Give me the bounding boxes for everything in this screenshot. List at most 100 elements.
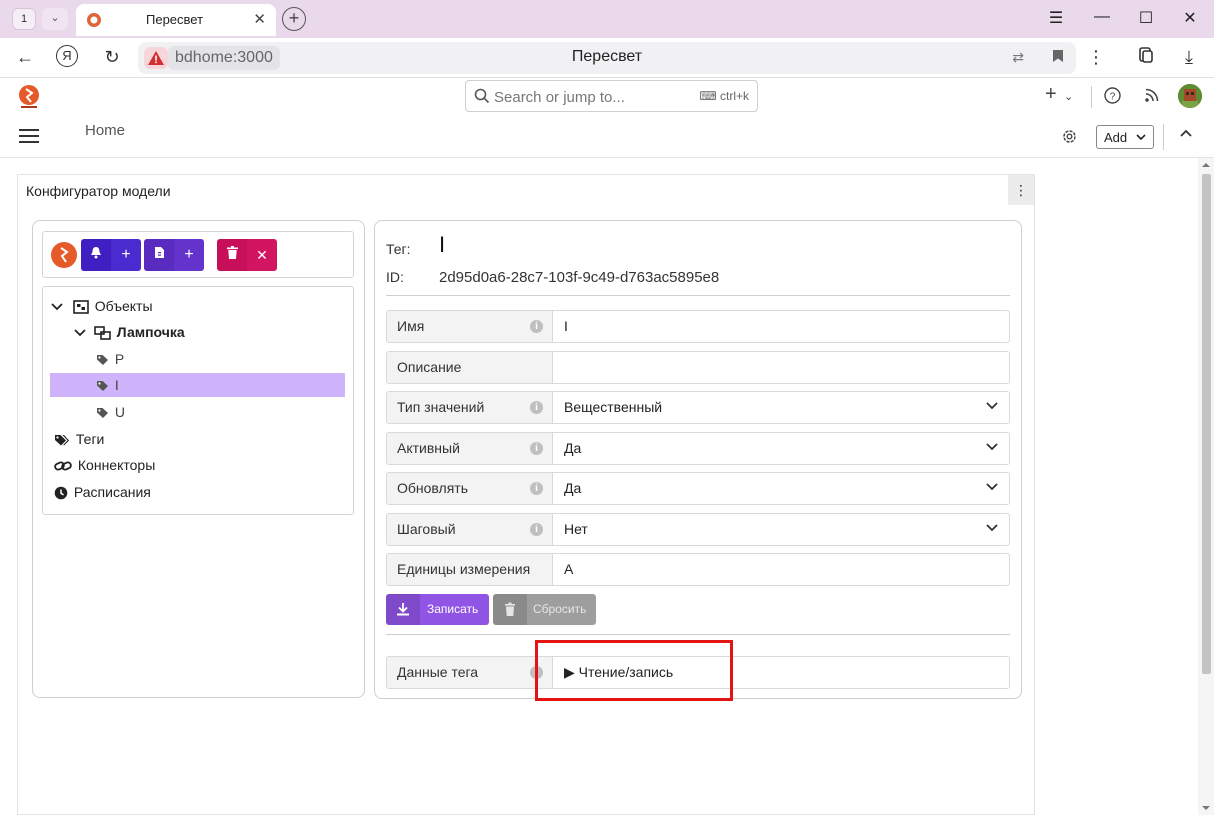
browser-tab-active[interactable]: Пересвет ✕	[76, 4, 276, 36]
browser-tab-bar: 1 ⌄ Пересвет ✕ + ☰ — ☐ ✕	[0, 0, 1214, 38]
delete-close-icon[interactable]: ✕	[247, 239, 277, 271]
browser-address-bar: ← Я ↻ bdhome:3000 Пересвет ⇄ ⋮ ⤓	[0, 38, 1214, 78]
minimize-icon[interactable]: —	[1090, 8, 1114, 26]
add-file-button-group: +	[144, 239, 204, 271]
reset-button-label: Сбросить	[533, 602, 587, 616]
active-select[interactable]: Да	[552, 432, 1010, 465]
reload-icon[interactable]: ↻	[100, 46, 124, 70]
app-logo-icon[interactable]	[17, 84, 41, 110]
tree-card: + + ✕ Объекты Лампочка P I U Теги Коннек…	[32, 220, 365, 698]
search-icon	[474, 88, 490, 104]
field-description: Описание	[386, 351, 1010, 384]
omnibox[interactable]: bdhome:3000 Пересвет ⇄	[138, 42, 1076, 74]
update-select[interactable]: Да	[552, 472, 1010, 505]
rss-feed-icon[interactable]	[1144, 87, 1160, 108]
menu-hamburger-icon[interactable]	[19, 129, 39, 143]
tags-icon	[55, 434, 69, 446]
objects-icon	[73, 300, 89, 315]
field-units: Единицы измерения A	[386, 553, 1010, 586]
tree-node-tag-i-selected[interactable]: I	[50, 373, 345, 397]
divider	[386, 634, 1010, 635]
tab-list-chevron-icon[interactable]: ⌄	[42, 8, 68, 30]
help-icon[interactable]: ?	[1104, 87, 1121, 109]
info-icon[interactable]: i	[530, 523, 543, 536]
id-value: 2d95d0a6-28c7-103f-9c49-d763ac5895e8	[439, 269, 720, 286]
info-icon[interactable]: i	[530, 401, 543, 414]
scroll-up-icon[interactable]	[1201, 162, 1211, 168]
collections-icon[interactable]	[1134, 46, 1158, 70]
scrollbar-thumb[interactable]	[1202, 174, 1211, 674]
toolbar-divider	[1163, 124, 1164, 150]
new-chevron-down-icon[interactable]: ⌄	[1064, 90, 1073, 103]
user-avatar[interactable]	[1178, 84, 1202, 108]
value-type-select[interactable]: Вещественный	[552, 391, 1010, 424]
name-input[interactable]: I	[552, 310, 1010, 343]
field-label-text: Единицы измерения	[397, 561, 531, 577]
tag-label: Тег:	[386, 241, 411, 257]
breadcrumb[interactable]: Home	[85, 122, 125, 139]
tree-node-schedules[interactable]: Расписания	[54, 480, 151, 504]
collapse-chevron-up-icon[interactable]	[1180, 129, 1192, 137]
clock-icon	[54, 486, 68, 500]
file-icon[interactable]	[144, 239, 174, 271]
select-value: Да	[564, 480, 582, 496]
select-value: Нет	[564, 521, 588, 537]
bell-icon[interactable]	[81, 239, 111, 271]
tree-node-tag-p[interactable]: P	[96, 347, 124, 371]
chevron-down-icon[interactable]	[74, 329, 86, 337]
maximize-icon[interactable]: ☐	[1134, 8, 1158, 28]
description-input[interactable]	[552, 351, 1010, 384]
search-box[interactable]: ⌨ ctrl+k	[465, 80, 758, 112]
search-input[interactable]	[494, 86, 674, 108]
browser-menu-icon[interactable]: ☰	[1044, 8, 1068, 28]
page-toolbar: Home Add	[0, 116, 1214, 158]
tag-icon	[97, 408, 108, 419]
bookmark-icon[interactable]	[1052, 49, 1064, 66]
tab-counter[interactable]: 1	[12, 8, 36, 30]
app-header: ⌨ ctrl+k + ⌄ ?	[0, 78, 1214, 116]
yandex-icon[interactable]: Я	[56, 45, 78, 67]
new-tab-button[interactable]: +	[282, 7, 306, 31]
scroll-down-icon[interactable]	[1201, 805, 1211, 811]
info-icon[interactable]: i	[530, 442, 543, 455]
tree-node-label: Объекты	[94, 298, 153, 314]
tree-node-tag-u[interactable]: U	[96, 400, 125, 424]
window-close-icon[interactable]: ✕	[1178, 8, 1202, 28]
page-scrollbar[interactable]	[1198, 158, 1214, 815]
add-alarm-plus-icon[interactable]: +	[111, 239, 141, 271]
search-shortcut-hint: ⌨ ctrl+k	[699, 89, 749, 103]
tree-node-tags[interactable]: Теги	[54, 427, 104, 451]
trash-icon[interactable]	[217, 239, 247, 271]
info-icon[interactable]: i	[530, 320, 543, 333]
reset-button[interactable]: Сбросить	[493, 594, 596, 625]
add-file-plus-icon[interactable]: +	[174, 239, 204, 271]
tree-node-connectors[interactable]: Коннекторы	[54, 453, 155, 477]
download-icon	[386, 594, 420, 625]
info-icon[interactable]: i	[530, 482, 543, 495]
panel-menu-icon[interactable]: ⋮	[1008, 175, 1034, 205]
back-icon[interactable]: ←	[13, 46, 37, 70]
tab-close-icon[interactable]: ✕	[253, 10, 266, 28]
select-value: Вещественный	[564, 399, 663, 415]
tree-node-label: Теги	[75, 431, 105, 447]
save-button[interactable]: Записать	[386, 594, 489, 625]
download-icon[interactable]: ⤓	[1177, 46, 1201, 70]
app-favicon-icon	[87, 13, 101, 27]
units-input[interactable]: A	[552, 553, 1010, 586]
translate-icon[interactable]: ⇄	[1012, 49, 1024, 66]
link-icon	[54, 461, 72, 471]
field-active: Активный i Да	[386, 432, 1010, 465]
field-label-text: Тип значений	[397, 399, 485, 415]
more-vertical-icon[interactable]: ⋮	[1084, 46, 1108, 70]
step-select[interactable]: Нет	[552, 513, 1010, 546]
search-shortcut-text: ctrl+k	[719, 89, 749, 103]
gear-icon[interactable]	[1061, 128, 1078, 145]
new-plus-icon[interactable]: +	[1045, 83, 1057, 106]
tree-node-objects[interactable]: Объекты	[51, 294, 153, 318]
model-configurator-panel: Конфигуратор модели ⋮ + + ✕ Объекты Ламп…	[17, 174, 1035, 815]
object-group-icon	[94, 326, 111, 341]
id-label: ID:	[386, 269, 404, 285]
tree-node-lamp[interactable]: Лампочка	[74, 320, 185, 344]
add-button[interactable]: Add	[1096, 125, 1154, 149]
chevron-down-icon[interactable]	[51, 303, 63, 311]
